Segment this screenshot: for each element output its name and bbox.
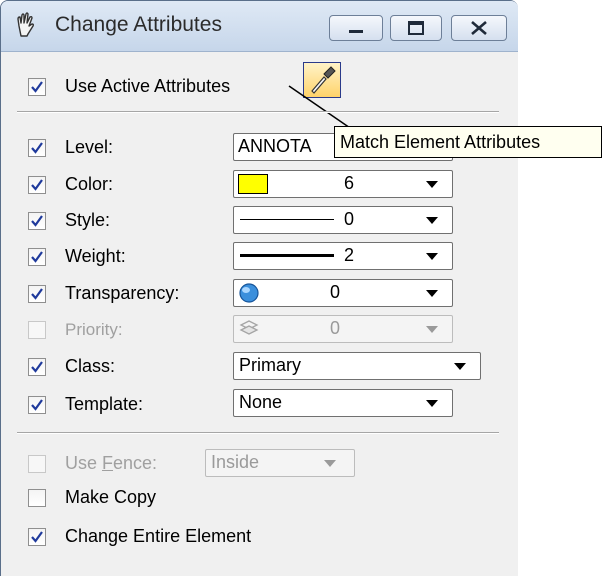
weight-value: 2 — [344, 245, 355, 265]
priority-checkbox[interactable] — [28, 321, 46, 339]
priority-layers-icon — [239, 320, 259, 335]
template-checkbox[interactable] — [28, 396, 46, 414]
globe-icon — [239, 283, 259, 303]
chevron-down-icon — [426, 217, 438, 224]
level-value: ANNOTA — [238, 136, 312, 156]
pointer-line — [288, 85, 354, 131]
style-checkbox[interactable] — [28, 212, 46, 230]
chevron-down-icon — [426, 326, 438, 333]
class-dropdown[interactable]: Primary — [233, 352, 481, 380]
level-label: Level: — [65, 137, 114, 157]
transparency-checkbox[interactable] — [28, 285, 46, 303]
level-checkbox[interactable] — [28, 139, 46, 157]
color-swatch — [238, 174, 268, 194]
maximize-button[interactable] — [390, 15, 442, 41]
transparency-label: Transparency: — [65, 283, 180, 303]
color-label: Color: — [65, 174, 114, 194]
minimize-icon — [349, 30, 363, 33]
template-label: Template: — [65, 394, 144, 414]
fence-mode-dropdown[interactable]: Inside — [205, 449, 355, 477]
fence-mode-value: Inside — [211, 452, 260, 472]
weight-label: Weight: — [65, 246, 126, 266]
checkmark-icon — [31, 251, 43, 263]
line-style-sample — [240, 219, 334, 220]
weight-dropdown[interactable]: 2 — [233, 242, 453, 270]
color-checkbox[interactable] — [28, 176, 46, 194]
change-entire-element-checkbox[interactable] — [28, 528, 46, 546]
class-value: Primary — [239, 355, 301, 375]
checkmark-icon — [31, 179, 43, 191]
use-active-attributes-label: Use Active Attributes — [65, 76, 231, 96]
checkmark-icon — [31, 288, 43, 300]
maximize-icon — [408, 21, 424, 35]
line-weight-sample — [240, 254, 334, 257]
chevron-down-icon — [426, 400, 438, 407]
checkmark-icon — [31, 361, 43, 373]
chevron-down-icon — [426, 253, 438, 260]
checkmark-icon — [31, 399, 43, 411]
priority-value: 0 — [330, 318, 341, 338]
color-dropdown[interactable]: 6 — [233, 170, 453, 198]
use-active-attributes-checkbox[interactable] — [28, 78, 46, 96]
template-dropdown[interactable]: None — [233, 389, 453, 417]
title-bar[interactable]: Change Attributes — [1, 1, 518, 52]
checkmark-icon — [31, 81, 43, 93]
window-title: Change Attributes — [55, 13, 222, 36]
checkmark-icon — [31, 215, 43, 227]
priority-label: Priority: — [65, 320, 123, 339]
minimize-button[interactable] — [329, 15, 383, 41]
chevron-down-icon — [454, 363, 466, 370]
close-button[interactable] — [451, 15, 507, 41]
style-label: Style: — [65, 210, 111, 230]
style-value: 0 — [344, 209, 355, 229]
checkmark-icon — [31, 531, 43, 543]
chevron-down-icon — [426, 181, 438, 188]
use-fence-checkbox[interactable] — [28, 455, 46, 473]
use-fence-label: Use Fence: — [65, 453, 158, 473]
match-element-attributes-tooltip: Match Element Attributes — [334, 126, 602, 158]
separator-top — [17, 111, 499, 113]
priority-dropdown[interactable]: 0 — [233, 315, 453, 343]
hand-tool-icon — [17, 12, 35, 37]
transparency-value: 0 — [330, 282, 341, 302]
weight-checkbox[interactable] — [28, 248, 46, 266]
checkmark-icon — [31, 142, 43, 154]
make-copy-checkbox[interactable] — [28, 489, 46, 507]
use-fence-accelerator: F — [102, 453, 114, 473]
style-dropdown[interactable]: 0 — [233, 206, 453, 234]
separator-bottom — [17, 432, 499, 434]
class-checkbox[interactable] — [28, 358, 46, 376]
chevron-down-icon — [426, 290, 438, 297]
template-value: None — [239, 392, 283, 412]
close-icon — [471, 21, 487, 35]
change-entire-element-label: Change Entire Element — [65, 526, 252, 546]
transparency-dropdown[interactable]: 0 — [233, 279, 453, 307]
class-label: Class: — [65, 356, 116, 376]
chevron-down-icon — [324, 460, 336, 467]
make-copy-label: Make Copy — [65, 487, 157, 507]
change-attributes-window: Change Attributes Use Active Attributes — [0, 0, 518, 576]
color-value: 6 — [344, 173, 355, 193]
